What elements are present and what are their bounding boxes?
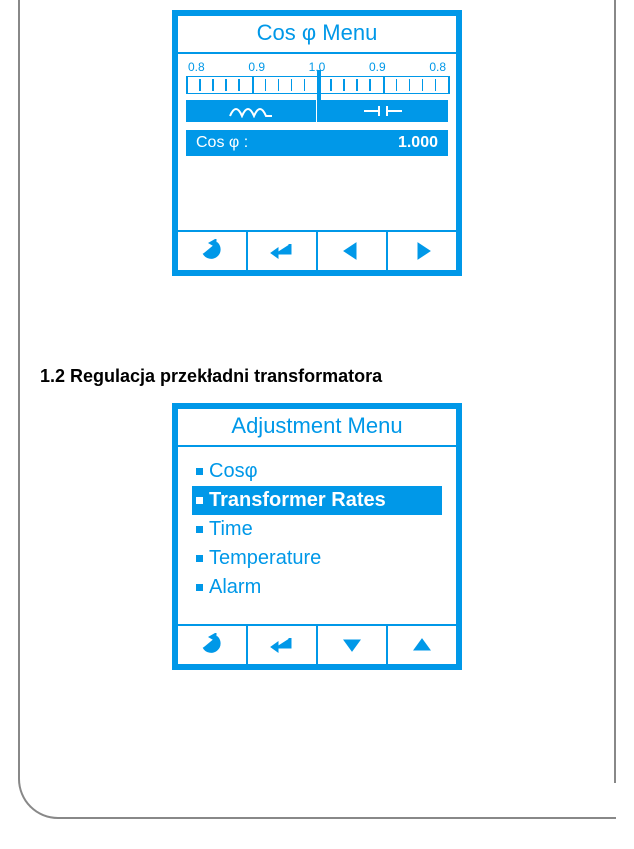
scale-tick-major <box>383 76 385 94</box>
bullet-icon <box>196 584 203 591</box>
blank-area <box>178 608 456 624</box>
menu-item[interactable]: Transformer Rates <box>192 486 442 515</box>
adjust-screen-title: Adjustment Menu <box>178 409 456 447</box>
scale-tick-minor <box>435 79 437 91</box>
scale-tick-major <box>317 70 321 122</box>
right-button[interactable] <box>388 232 456 270</box>
menu-item-label: Transformer Rates <box>209 489 386 512</box>
scale-tick-label: 0.9 <box>369 60 386 74</box>
left-button[interactable] <box>318 232 388 270</box>
scale-tick-minor <box>278 79 280 91</box>
bullet-icon <box>196 497 203 504</box>
cos-readout: Cos φ : 1.000 <box>186 130 448 156</box>
adjust-button-row <box>178 624 456 664</box>
cos-phi-screen: Cos φ Menu 0.8 0.9 1.0 0.9 0.8 <box>172 10 462 276</box>
scale-tick-major <box>186 76 188 94</box>
enter-button[interactable] <box>248 232 318 270</box>
enter-button[interactable] <box>248 626 318 664</box>
menu-item[interactable]: Time <box>192 515 442 544</box>
scale-tick-label: 0.8 <box>188 60 205 74</box>
scale-tick-label: 0.8 <box>429 60 446 74</box>
scale-tick-minor <box>330 79 332 91</box>
cos-readout-value: 1.000 <box>398 134 438 152</box>
scale-tick-minor <box>422 79 424 91</box>
scale-tick-minor <box>343 79 345 91</box>
scale-tick-minor <box>396 79 398 91</box>
menu-item-label: Alarm <box>209 576 261 599</box>
bullet-icon <box>196 526 203 533</box>
scale-tick-minor <box>238 79 240 91</box>
scale-tick-minor <box>225 79 227 91</box>
bullet-icon <box>196 468 203 475</box>
cos-screen-title: Cos φ Menu <box>178 16 456 54</box>
scale-tick-minor <box>265 79 267 91</box>
scale-tick-minor <box>369 79 371 91</box>
scale-tick-major <box>252 76 254 94</box>
back-button[interactable] <box>178 626 248 664</box>
scale-ticks <box>186 76 448 94</box>
scale-tick-minor <box>212 79 214 91</box>
menu-item-label: Temperature <box>209 547 321 570</box>
scale-tick-minor <box>199 79 201 91</box>
capacitive-icon <box>318 100 448 122</box>
section-heading: 1.2 Regulacja przekładni transformatora <box>40 366 594 387</box>
menu-item[interactable]: Cosφ <box>192 457 442 486</box>
menu-item[interactable]: Temperature <box>192 544 442 573</box>
menu-item[interactable]: Alarm <box>192 573 442 602</box>
up-button[interactable] <box>388 626 456 664</box>
bullet-icon <box>196 555 203 562</box>
cos-readout-label: Cos φ : <box>196 134 248 152</box>
blank-area <box>178 156 456 230</box>
scale-tick-major <box>448 76 450 94</box>
cos-button-row <box>178 230 456 270</box>
scale-tick-label: 0.9 <box>248 60 265 74</box>
menu-item-label: Time <box>209 518 253 541</box>
adjustment-screen: Adjustment Menu Cosφ Transformer Rates Tim… <box>172 403 462 670</box>
back-button[interactable] <box>178 232 248 270</box>
down-button[interactable] <box>318 626 388 664</box>
adjust-menu-list: Cosφ Transformer Rates Time Temperature Alar… <box>178 447 456 608</box>
scale-tick-minor <box>304 79 306 91</box>
inductive-icon <box>186 100 318 122</box>
scale-tick-minor <box>356 79 358 91</box>
scale-tick-minor <box>409 79 411 91</box>
menu-item-label: Cosφ <box>209 460 258 483</box>
cos-scale: 0.8 0.9 1.0 0.9 0.8 <box>178 54 456 122</box>
scale-tick-minor <box>291 79 293 91</box>
